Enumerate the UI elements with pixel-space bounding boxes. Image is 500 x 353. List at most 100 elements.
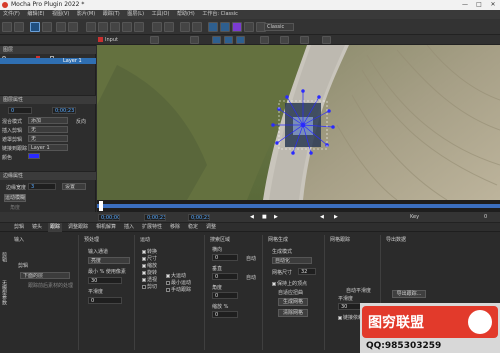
input-clip-select[interactable]: 无: [28, 126, 68, 133]
show-mattes-icon[interactable]: [236, 36, 245, 44]
radio-large-motion[interactable]: [166, 273, 170, 278]
show-splines-icon[interactable]: [224, 36, 233, 44]
menu-movie[interactable]: 影片(M): [74, 10, 98, 19]
select-point-icon[interactable]: [42, 22, 52, 32]
maximize-button[interactable]: □: [472, 0, 486, 10]
show-grid-icon[interactable]: [260, 36, 269, 44]
undo-icon[interactable]: [14, 22, 24, 32]
blend-mode-select[interactable]: 添加: [28, 117, 68, 124]
magnetic-tool-icon[interactable]: [134, 22, 144, 32]
checkbox-keep-vertex[interactable]: [272, 281, 276, 286]
tab-adjust[interactable]: 调整: [204, 223, 218, 232]
bezier-tool-icon[interactable]: [98, 22, 108, 32]
show-trace-icon[interactable]: [280, 36, 289, 44]
radio-manual-track[interactable]: [166, 287, 170, 292]
checkbox-shear[interactable]: [142, 284, 146, 289]
checkbox-scale[interactable]: [142, 263, 146, 268]
checkbox-link-deform[interactable]: [338, 315, 342, 320]
tab-track[interactable]: 跟踪: [48, 223, 63, 232]
layer-row[interactable]: Layer 1: [0, 58, 96, 64]
tab-remove[interactable]: 移除: [168, 223, 182, 232]
layer-color-swatch[interactable]: [28, 153, 40, 159]
tab-lens[interactable]: 镜头: [30, 223, 44, 232]
side-tab-params[interactable]: 无模型参数: [1, 280, 8, 305]
edge-set-select[interactable]: 设置: [62, 183, 86, 190]
link-track-select[interactable]: Layer 1: [28, 144, 68, 151]
hand-tool-icon[interactable]: [56, 22, 66, 32]
export-tracking-button[interactable]: 导出跟踪...: [392, 290, 426, 298]
menu-view[interactable]: 视图(V): [49, 10, 72, 19]
current-time-field[interactable]: 0;00;23: [144, 214, 166, 221]
stop-icon[interactable]: ■: [262, 214, 267, 220]
edge-width-field[interactable]: 3: [28, 183, 56, 190]
tab-stabilize[interactable]: 稳定: [186, 223, 200, 232]
insert-tool-icon[interactable]: [180, 22, 190, 32]
viewer-canvas[interactable]: [97, 45, 500, 200]
tab-insert[interactable]: 插入: [122, 223, 136, 232]
tab-adjust-track[interactable]: 调整跟踪: [66, 223, 90, 232]
surface-icon[interactable]: [208, 22, 218, 32]
zoom-tool-icon[interactable]: [68, 22, 78, 32]
menu-help[interactable]: 帮助(H): [174, 10, 198, 19]
stabilize-view-icon[interactable]: [322, 36, 331, 44]
remove-tool-icon[interactable]: [192, 22, 202, 32]
tab-extend[interactable]: 扩展特性: [140, 223, 164, 232]
checkbox-perspective[interactable]: [142, 277, 146, 282]
menu-workspace[interactable]: 工作台: Classic: [199, 10, 241, 19]
show-layer-icon[interactable]: [212, 36, 221, 44]
out-point-field[interactable]: 0;00;23: [52, 107, 76, 114]
stabilize-icon[interactable]: [244, 22, 254, 32]
preprocess-link[interactable]: 跟踪前后素材的处理: [28, 282, 73, 289]
motion-blur-button[interactable]: 运动模糊: [4, 194, 26, 202]
mesh-icon[interactable]: [232, 22, 242, 32]
generate-mode-select[interactable]: 自动化: [272, 257, 312, 264]
menu-track[interactable]: 跟踪(T): [100, 10, 123, 19]
input-clip-label[interactable]: Input: [105, 35, 118, 45]
start-time-field[interactable]: 0;00;00: [98, 214, 120, 221]
checkbox-rotate[interactable]: [142, 270, 146, 275]
clip-select[interactable]: 下面的层: [20, 272, 70, 279]
workspace-select[interactable]: Classic: [264, 23, 294, 31]
play-reverse-icon[interactable]: ◀: [250, 214, 254, 220]
radio-small-motion[interactable]: [166, 280, 170, 285]
minimize-button[interactable]: —: [458, 0, 472, 10]
x-spline-tool-icon[interactable]: [86, 22, 96, 32]
timeline[interactable]: [97, 200, 500, 212]
track-backward-icon[interactable]: ◀: [320, 214, 324, 220]
show-planar-icon[interactable]: [300, 36, 309, 44]
horizontal-field[interactable]: 0: [212, 254, 238, 261]
menu-layer[interactable]: 图层(L): [124, 10, 147, 19]
save-icon[interactable]: [2, 22, 12, 32]
playhead[interactable]: [99, 201, 103, 211]
in-point-field[interactable]: 0: [8, 107, 32, 114]
menu-tools[interactable]: 工具(O): [149, 10, 173, 19]
menu-edit[interactable]: 编辑(E): [24, 10, 47, 19]
matte-clip-select[interactable]: 无: [28, 135, 68, 142]
tab-clip[interactable]: 剪辑: [12, 223, 26, 232]
grid-icon[interactable]: [220, 22, 230, 32]
play-forward-icon[interactable]: ▶: [274, 214, 278, 220]
end-time-field[interactable]: 0;00;23: [188, 214, 210, 221]
tab-camera-solve[interactable]: 相机解算: [94, 223, 118, 232]
zoom-field[interactable]: 0: [212, 311, 238, 318]
angle-field[interactable]: 0: [212, 292, 238, 299]
generate-mesh-button[interactable]: 生成网格: [278, 298, 308, 306]
side-tab-clip[interactable]: 剪辑: [1, 252, 8, 262]
ellipse-tool-icon[interactable]: [122, 22, 132, 32]
eraser-tool-icon[interactable]: [164, 22, 174, 32]
min-pixels-field[interactable]: 30: [88, 277, 122, 284]
menu-file[interactable]: 文件(F): [0, 10, 23, 19]
track-forward-icon[interactable]: ▶: [334, 214, 338, 220]
smoothing-field[interactable]: 0: [88, 297, 122, 304]
checkbox-size[interactable]: [142, 256, 146, 261]
input-channel-select[interactable]: 亮度: [88, 257, 130, 264]
mesh-size-field[interactable]: 32: [298, 268, 316, 275]
vertical-field[interactable]: 0: [212, 273, 238, 280]
close-button[interactable]: ✕: [486, 0, 500, 10]
view-mode-icon[interactable]: [150, 36, 159, 44]
clear-mesh-button[interactable]: 清除网格: [278, 309, 308, 317]
select-tool-icon[interactable]: [30, 22, 40, 32]
brush-tool-icon[interactable]: [152, 22, 162, 32]
rect-tool-icon[interactable]: [110, 22, 120, 32]
tracking-mesh-overlay[interactable]: [97, 45, 500, 200]
